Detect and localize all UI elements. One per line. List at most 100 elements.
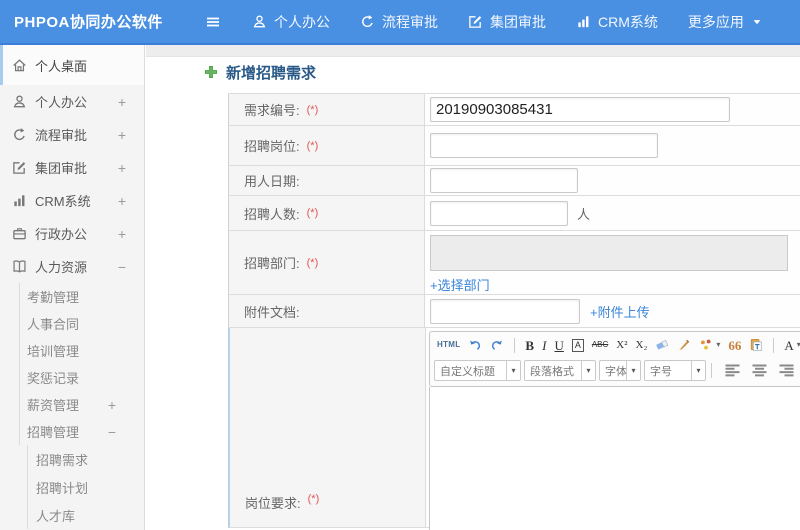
undo-icon (468, 338, 482, 352)
page-title: 新增招聘需求 (226, 64, 317, 82)
user-icon (12, 94, 27, 109)
toolbar-separator (514, 337, 516, 353)
attachment-upload-link[interactable]: +附件上传 (590, 302, 650, 321)
content-top-strip (146, 45, 800, 57)
sidebar-item-label: 个人桌面 (35, 58, 88, 74)
topnav-crm-system[interactable]: CRM系统 (576, 12, 658, 32)
expand-toggle[interactable]: + (118, 94, 126, 110)
char-border-button[interactable]: A (571, 338, 584, 352)
superscript-button[interactable]: X² (616, 339, 627, 351)
department-textarea[interactable] (430, 235, 788, 271)
sidebar-item-salary-mgmt[interactable]: 薪资管理 + (0, 391, 144, 418)
topnav-personal-office[interactable]: 个人办公 (252, 12, 330, 32)
sidebar-item-label: 考勤管理 (27, 290, 80, 305)
demand-no-input[interactable] (430, 97, 730, 122)
sidebar-item-talent-pool[interactable]: 人才库 (0, 501, 144, 529)
align-center-icon (751, 364, 768, 377)
field-label-cell: 招聘部门: (*) (229, 231, 425, 294)
topnav-label: 个人办公 (274, 13, 330, 30)
redo-button[interactable] (490, 338, 504, 352)
eraser-button[interactable] (655, 338, 669, 352)
sidebar-item-admin-office[interactable]: 行政办公 + (0, 217, 144, 250)
font-family-select[interactable]: 字体 ▾ (599, 360, 641, 381)
paragraph-format-select[interactable]: 段落格式 ▾ (524, 360, 596, 381)
topnav-group-approval[interactable]: 集团审批 (468, 12, 546, 32)
app-window: PHPOA协同办公软件 个人办公 流程审批 集团审批 CRM系统 更多应用 个人… (0, 0, 800, 530)
book-icon (12, 259, 27, 274)
sidebar-item-label: 行政办公 (35, 227, 88, 242)
sidebar-item-label: 招聘管理 (27, 425, 80, 440)
strikethrough-button[interactable]: ABC (592, 341, 608, 349)
format-brush-button[interactable] (677, 338, 691, 352)
expand-toggle[interactable]: − (118, 259, 126, 275)
topnav-label: CRM系统 (598, 13, 658, 30)
field-label: 招聘人数: (244, 206, 300, 222)
recruit-demand-form: 需求编号: (*) 招聘岗位: (*) 用人日期: (228, 93, 800, 530)
sidebar-item-training-mgmt[interactable]: 培训管理 (0, 337, 144, 364)
expand-toggle[interactable]: − (108, 424, 116, 440)
form-row-hire-date: 用人日期: (228, 166, 800, 196)
sidebar-item-workflow-approval[interactable]: 流程审批 + (0, 118, 144, 151)
sidebar-item-recruit-demand[interactable]: 招聘需求 (0, 445, 144, 473)
font-size-select[interactable]: 字号 ▾ (644, 360, 706, 381)
expand-toggle[interactable]: + (118, 226, 126, 242)
sidebar-item-crm-system[interactable]: CRM系统 + (0, 184, 144, 217)
select-label: 段落格式 (530, 365, 574, 378)
attachment-input[interactable] (430, 298, 580, 324)
html-source-button[interactable]: HTML (437, 341, 460, 349)
italic-button[interactable]: I (542, 339, 546, 352)
sidebar-item-group-approval[interactable]: 集团审批 + (0, 151, 144, 184)
sidebar-item-hr-contract[interactable]: 人事合同 (0, 310, 144, 337)
form-row-attachment: 附件文档: +附件上传 (228, 295, 800, 328)
required-mark: (*) (306, 139, 319, 152)
align-left-icon (724, 364, 741, 377)
align-right-button[interactable] (778, 364, 795, 377)
underline-button[interactable]: U (554, 339, 563, 352)
blockquote-button[interactable]: 66 (728, 339, 741, 352)
expand-toggle[interactable]: + (118, 193, 126, 209)
workflow-icon (360, 14, 375, 29)
sidebar-item-attendance-mgmt[interactable]: 考勤管理 (0, 283, 144, 310)
align-left-button[interactable] (724, 364, 741, 377)
color-palette-button[interactable]: ▾ (699, 338, 720, 352)
field-value-cell (425, 126, 800, 165)
bold-button[interactable]: B (525, 339, 534, 352)
sidebar-item-human-resources[interactable]: 人力资源 − (0, 250, 144, 283)
expand-toggle[interactable]: + (108, 397, 116, 413)
required-mark: (*) (306, 256, 319, 269)
field-label-cell: 需求编号: (*) (229, 94, 425, 125)
field-label-cell: 招聘岗位: (*) (229, 126, 425, 165)
font-color-button[interactable]: A ▾ (784, 339, 800, 352)
field-value-cell: +选择部门 (425, 231, 800, 294)
sidebar-item-recruit-mgmt[interactable]: 招聘管理 − (0, 418, 144, 445)
headcount-input[interactable] (430, 200, 568, 226)
paste-text-button[interactable] (749, 338, 763, 352)
editor-content-area[interactable] (429, 387, 800, 530)
field-label: 需求编号: (244, 103, 300, 118)
custom-heading-select[interactable]: 自定义标题 ▾ (434, 360, 521, 381)
topnav-more-apps[interactable]: 更多应用 (688, 12, 763, 32)
select-department-link[interactable]: +选择部门 (430, 275, 490, 294)
sidebar-item-label: 个人办公 (35, 95, 88, 110)
field-label-cell: 岗位要求: (*) (230, 328, 426, 527)
subscript-button[interactable]: X₂ (636, 339, 648, 351)
topnav-workflow-approval[interactable]: 流程审批 (360, 12, 438, 32)
sidebar-item-recruit-plan[interactable]: 招聘计划 (0, 473, 144, 501)
expand-toggle[interactable]: + (118, 160, 126, 176)
topnav-label: 集团审批 (490, 13, 546, 30)
sidebar-item-reward-punishment[interactable]: 奖惩记录 (0, 364, 144, 391)
user-icon (252, 14, 267, 29)
align-center-button[interactable] (751, 364, 768, 377)
expand-toggle[interactable]: + (118, 127, 126, 143)
eraser-icon (655, 338, 669, 352)
sidebar-item-personal-office[interactable]: 个人办公 + (0, 85, 144, 118)
redo-icon (490, 338, 504, 352)
edit-icon (468, 14, 483, 29)
undo-button[interactable] (468, 338, 482, 352)
sidebar-item-label: 招聘计划 (36, 480, 89, 496)
hire-date-input[interactable] (430, 168, 578, 193)
hamburger-menu-icon[interactable] (204, 14, 222, 30)
position-input[interactable] (430, 133, 658, 158)
sidebar-item-personal-desktop[interactable]: 个人桌面 (0, 45, 144, 85)
select-label: 自定义标题 (440, 365, 495, 378)
